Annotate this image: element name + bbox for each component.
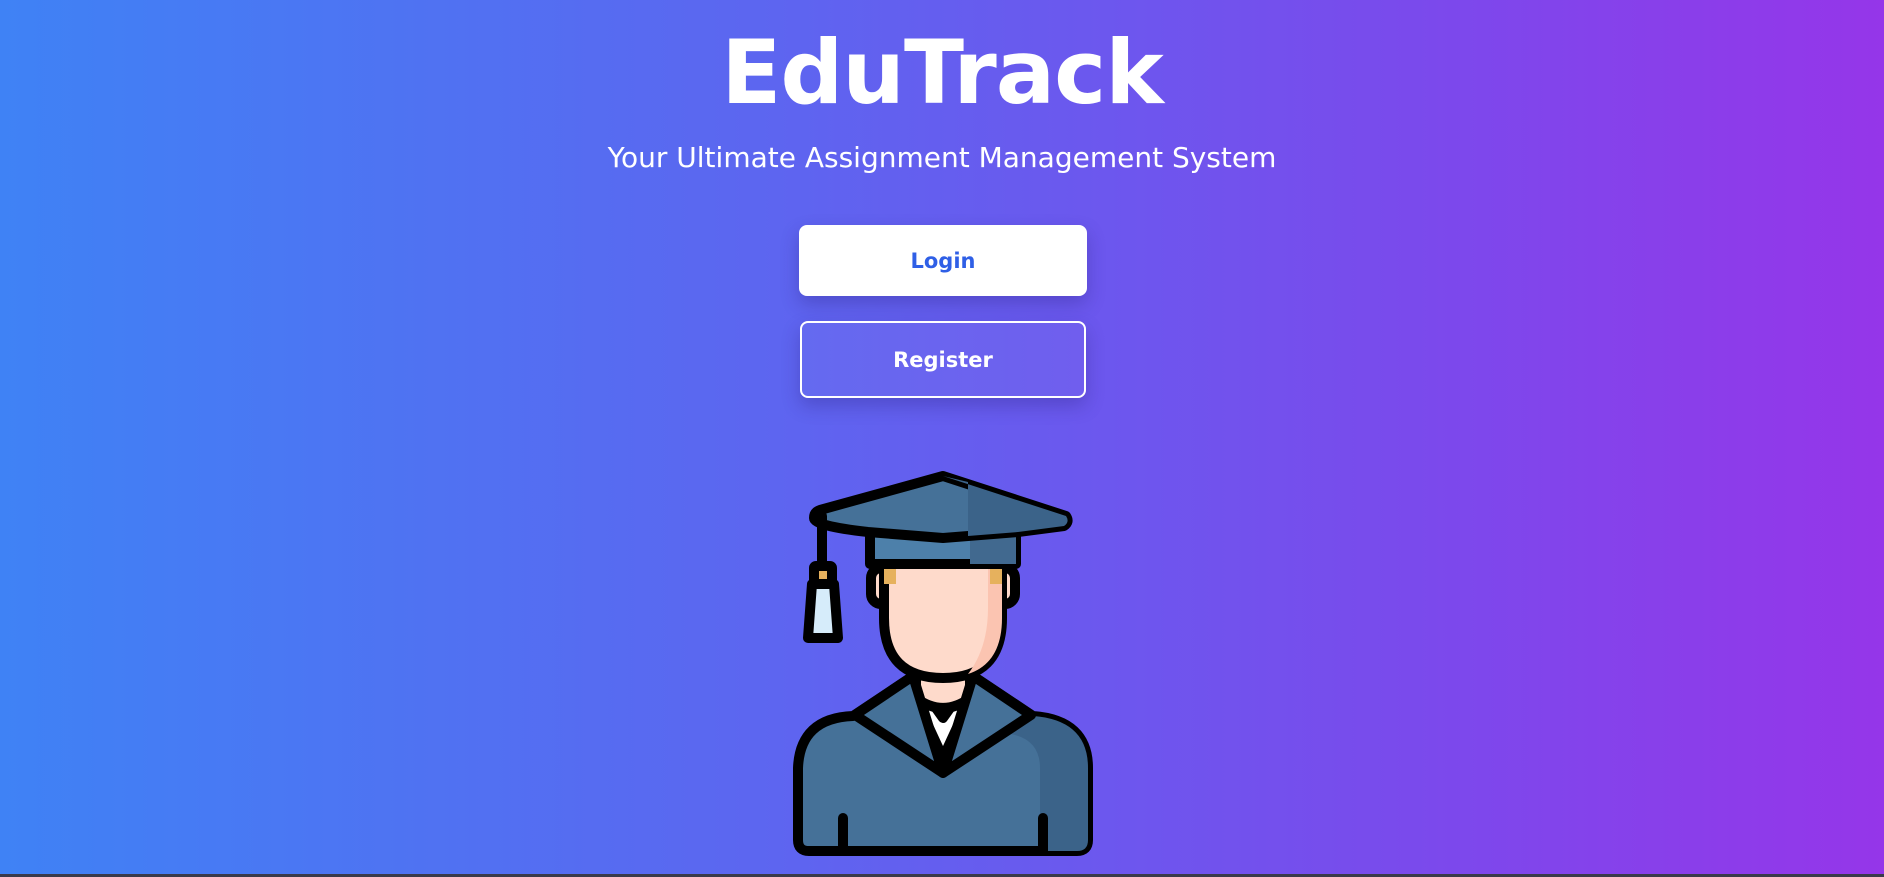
register-button[interactable]: Register	[800, 321, 1086, 398]
app-tagline: Your Ultimate Assignment Management Syst…	[607, 141, 1277, 174]
app-title: EduTrack	[721, 21, 1164, 124]
graduate-student-icon	[793, 471, 1093, 856]
login-button[interactable]: Login	[799, 225, 1087, 296]
